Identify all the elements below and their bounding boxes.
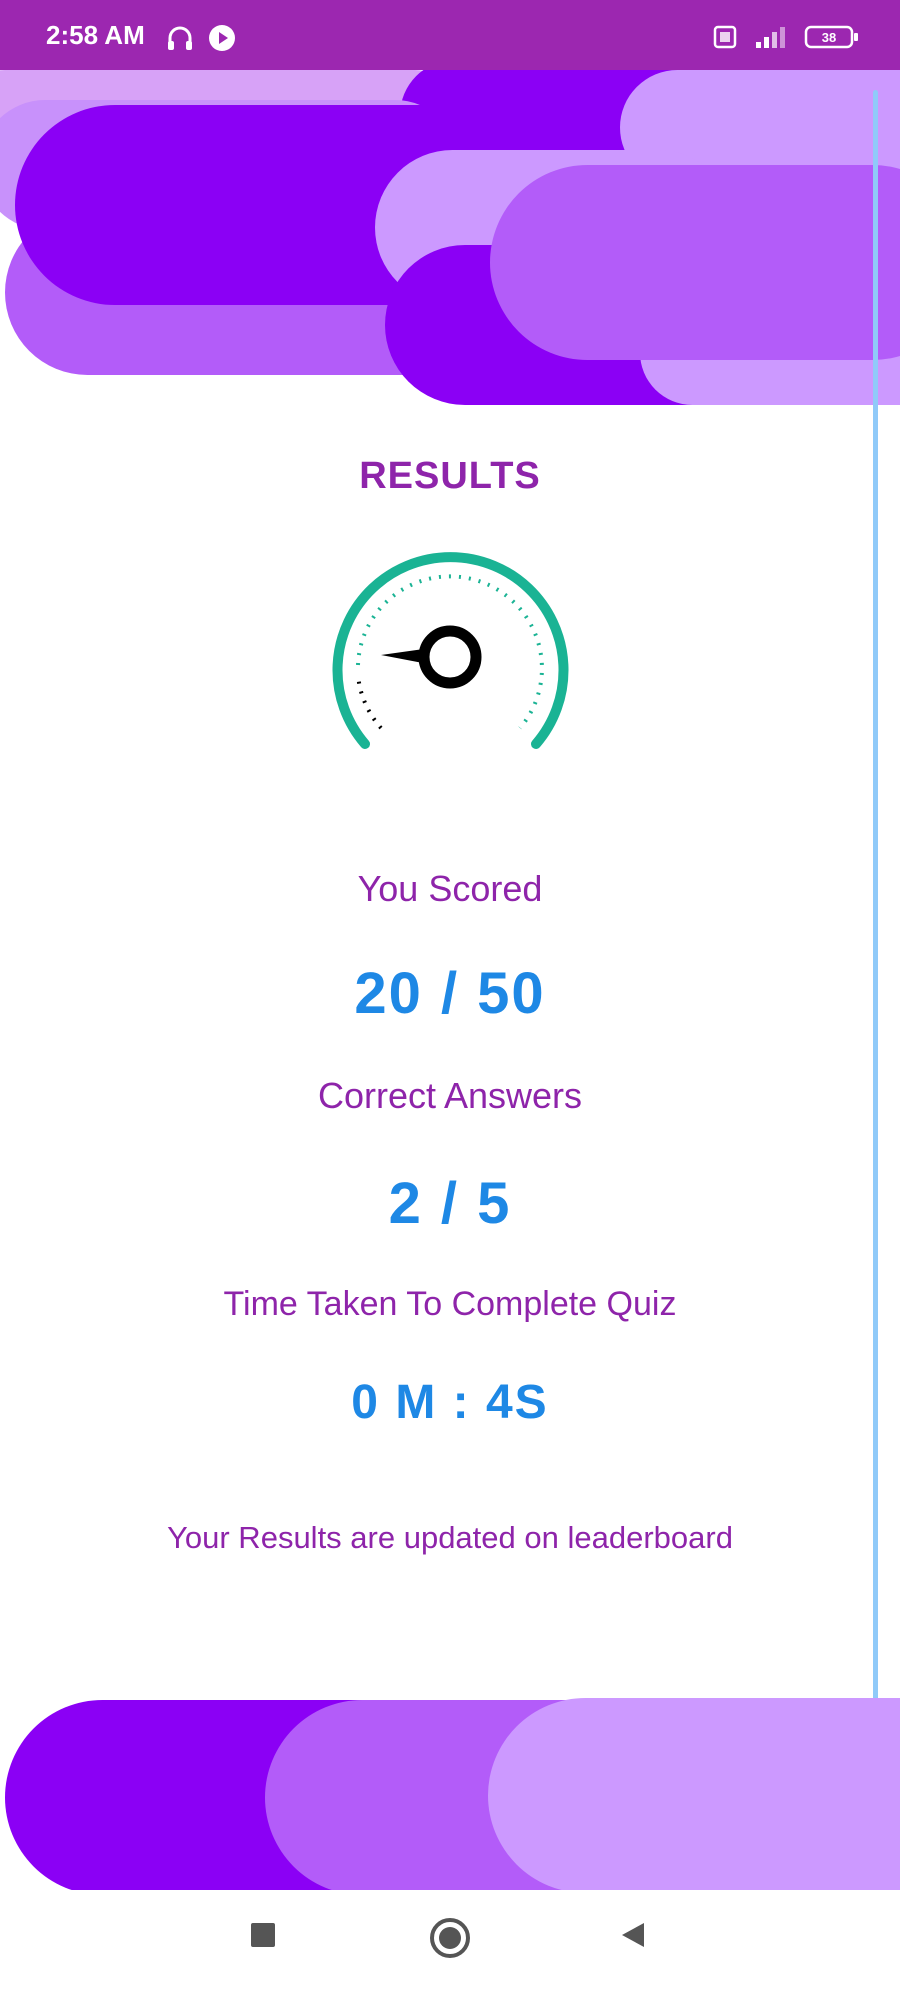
- navigation-bar: [0, 1890, 900, 2003]
- time-taken-value: 0 M : 4S: [351, 1376, 549, 1429]
- time-taken-label: Time Taken To Complete Quiz: [223, 1285, 677, 1323]
- decor-blob: [490, 165, 900, 360]
- score-value: 20 / 50: [354, 961, 546, 1026]
- play-icon: [208, 24, 236, 52]
- decor-blob: [488, 1698, 900, 1890]
- battery-icon: 38: [804, 24, 860, 50]
- you-scored-label: You Scored: [357, 868, 543, 909]
- correct-answers-label: Correct Answers: [317, 1075, 583, 1116]
- battery-level: 38: [822, 30, 836, 45]
- top-decoration: [0, 70, 900, 420]
- correct-answers-value: 2 / 5: [388, 1171, 512, 1236]
- signal-icon: [754, 24, 788, 50]
- leaderboard-note: Your Results are updated on leaderboard: [167, 1520, 733, 1555]
- speedometer-icon: [325, 540, 575, 760]
- status-right-icons: 38: [712, 24, 860, 50]
- recent-apps-icon[interactable]: [248, 1920, 278, 1955]
- page-title: RESULTS: [359, 455, 541, 497]
- status-left-icons: [166, 24, 236, 52]
- status-time: 2:58 AM: [46, 20, 145, 50]
- home-icon[interactable]: [428, 1916, 472, 1965]
- sim-icon: [712, 24, 738, 50]
- back-icon[interactable]: [618, 1920, 648, 1955]
- headphones-icon: [166, 24, 194, 52]
- bottom-decoration: [0, 1690, 900, 1890]
- status-bar: 2:58 AM 38: [0, 0, 900, 70]
